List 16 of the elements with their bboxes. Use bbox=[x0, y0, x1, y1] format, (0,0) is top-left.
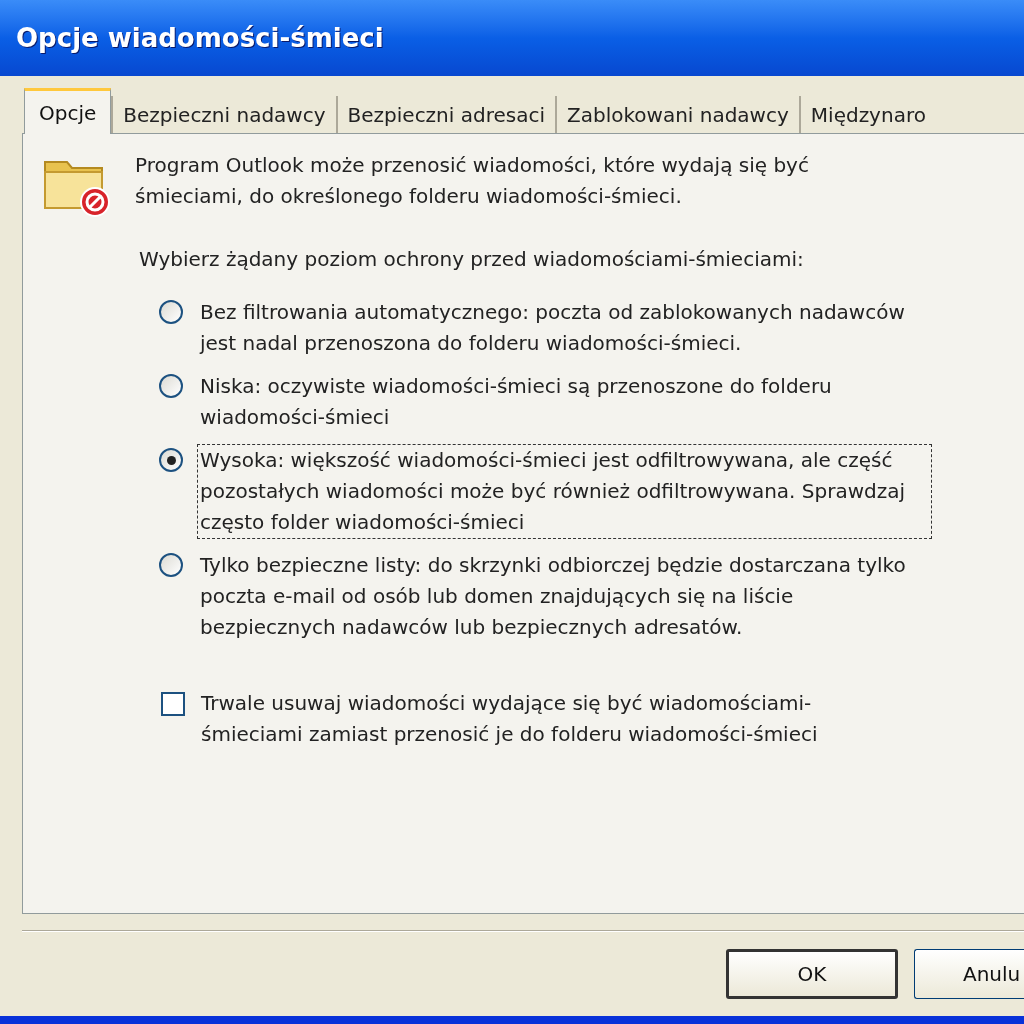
radio-label[interactable]: Wysoka: większość wiadomości-śmieci jest odfiltrowywana, ale część pozostałych wiadomości może być również odfiltrowywana. Sprawdzaj często folder wiadomości-śmieci bbox=[197, 444, 932, 539]
tab[interactable]: Opcje bbox=[24, 88, 112, 134]
checkbox[interactable] bbox=[161, 692, 185, 716]
radio-label[interactable]: Bez filtrowania automatycznego: poczta od zablokowanych nadawców jest nadal przenoszona do folderu wiadomości-śmieci. bbox=[197, 296, 932, 360]
intro-text: Program Outlook może przenosić wiadomości, które wydają się być śmieciami, do określonego folderu wiadomości-śmieci. bbox=[135, 152, 810, 210]
dialog-button[interactable]: OK bbox=[726, 949, 898, 999]
radio-button[interactable] bbox=[159, 448, 183, 472]
radio-label[interactable]: Tylko bezpieczne listy: do skrzynki odbiorczej będzie dostarczana tylko poczta e-mail od osób lub domen znajdujących się na liście bezpiecznych nadawców lub bezpiecznych adresatów. bbox=[197, 549, 932, 644]
radio-label[interactable]: Niska: oczywiste wiadomości-śmieci są przenoszone do folderu wiadomości-śmieci bbox=[197, 370, 932, 434]
radio-button[interactable] bbox=[159, 374, 183, 398]
radio-button[interactable] bbox=[159, 300, 183, 324]
dialog-button[interactable]: Anulu bbox=[914, 949, 1024, 999]
checkbox-label[interactable]: Trwale usuwaj wiadomości wydające się być wiadomościami-śmieciami zamiast przenosić je do folderu wiadomości-śmieci bbox=[201, 688, 841, 750]
radio-button[interactable] bbox=[159, 553, 183, 577]
prompt-text: Wybierz żądany poziom ochrony przed wiadomościami-śmieciami: bbox=[139, 246, 805, 273]
window-title: Opcje wiadomości-śmieci bbox=[16, 21, 384, 55]
